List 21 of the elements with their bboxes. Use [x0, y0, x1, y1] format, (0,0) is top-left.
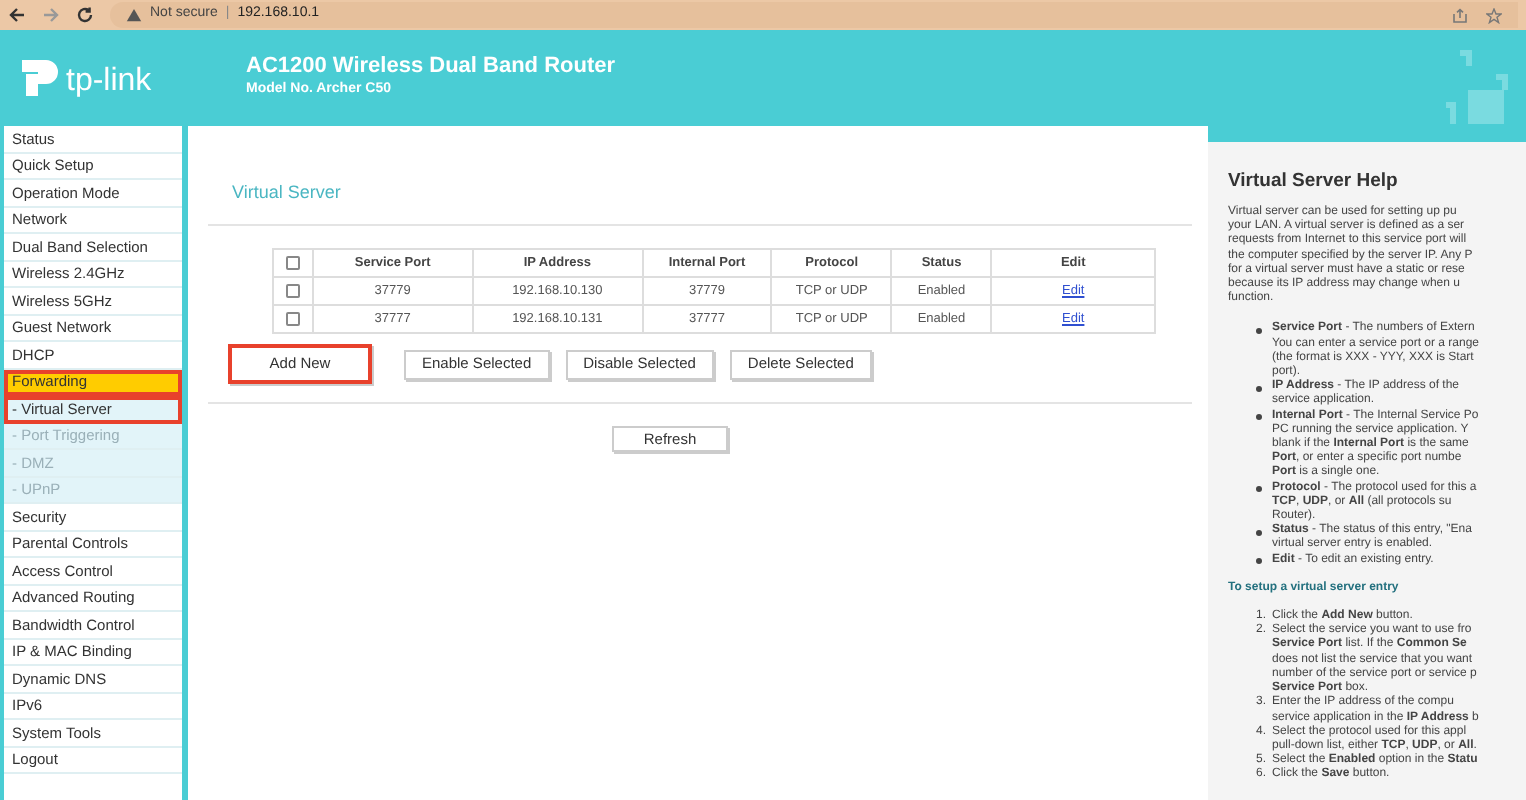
router-title: AC1200 Wireless Dual Band Router [246, 54, 616, 80]
bullet-icon [1256, 385, 1262, 392]
bullet-icon [1256, 486, 1262, 493]
logo-icon [18, 55, 62, 99]
reload-icon[interactable] [76, 6, 94, 24]
star-icon[interactable] [1486, 7, 1502, 23]
bullet-icon [1256, 414, 1262, 421]
checkbox[interactable] [285, 284, 300, 298]
help-title: Virtual Server Help [1228, 170, 1400, 194]
bullet-icon [1256, 558, 1262, 565]
decoration-drawing [1446, 50, 1508, 124]
back-icon[interactable] [8, 6, 26, 24]
checkbox[interactable] [285, 256, 300, 270]
bullet-icon [1256, 327, 1262, 334]
warning-icon [126, 8, 142, 22]
page-title: Virtual Server [232, 180, 343, 204]
forward-icon[interactable] [42, 6, 60, 24]
share-icon[interactable] [1452, 7, 1468, 23]
logo-text: tp-link [66, 63, 152, 99]
checkbox[interactable] [285, 312, 300, 326]
bullet-icon [1256, 529, 1262, 536]
